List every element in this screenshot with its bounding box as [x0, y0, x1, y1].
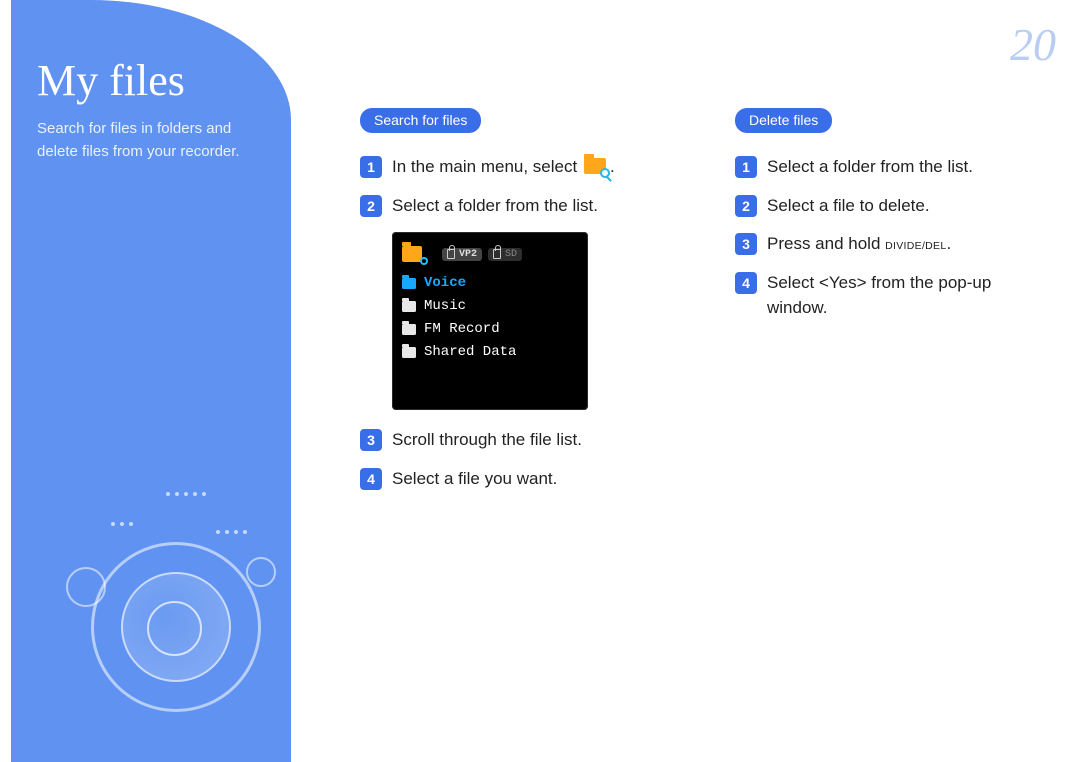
- column-delete: Delete files 1 Select a folder from the …: [735, 108, 1050, 506]
- search-step-1: 1 In the main menu, select .: [360, 155, 675, 180]
- folder-icon: [402, 324, 416, 335]
- step-number-icon: 4: [360, 468, 382, 490]
- step-number-icon: 1: [360, 156, 382, 178]
- content-area: Search for files 1 In the main menu, sel…: [360, 108, 1050, 506]
- step-text: Select a folder from the list.: [392, 194, 675, 219]
- page-number: 20: [1010, 18, 1056, 71]
- search-step-3: 3 Scroll through the file list.: [360, 428, 675, 453]
- list-item-label: FM Record: [424, 321, 500, 337]
- step-text-tail: .: [947, 234, 952, 253]
- manual-page: My files Search for files in folders and…: [0, 0, 1080, 762]
- lock-icon: [493, 249, 501, 259]
- step-number-icon: 3: [735, 233, 757, 255]
- sidebar-panel: My files Search for files in folders and…: [11, 0, 291, 762]
- column-search: Search for files 1 In the main menu, sel…: [360, 108, 675, 506]
- heading-search-for-files: Search for files: [360, 108, 481, 133]
- step-text: In the main menu, select: [392, 157, 582, 176]
- step-text: Select a file to delete.: [767, 194, 1050, 219]
- folder-icon: [402, 246, 422, 262]
- page-subtitle: Search for files in folders and delete f…: [37, 118, 247, 163]
- delete-step-3: 3 Press and hold DIVIDE/DEL.: [735, 232, 1050, 257]
- delete-step-2: 2 Select a file to delete.: [735, 194, 1050, 219]
- step-text: Select a file you want.: [392, 467, 675, 492]
- my-files-folder-search-icon: [584, 156, 608, 176]
- tab-label: SD: [505, 249, 517, 260]
- step-number-icon: 1: [735, 156, 757, 178]
- folder-icon: [402, 301, 416, 312]
- folder-icon: [402, 278, 416, 289]
- decorative-circles: [71, 492, 281, 722]
- delete-step-4: 4 Select <Yes> from the pop-up window.: [735, 271, 1050, 320]
- keycap-divide-del: DIVIDE/DEL: [885, 240, 946, 252]
- device-tab-internal: VP2: [442, 248, 482, 261]
- step-text: Select <Yes> from the pop-up window.: [767, 271, 1050, 320]
- heading-delete-files: Delete files: [735, 108, 832, 133]
- tab-label: VP2: [459, 249, 477, 260]
- magnifier-icon: [420, 257, 428, 265]
- list-item: Shared Data: [402, 341, 578, 364]
- list-item-label: Music: [424, 298, 466, 314]
- list-item: Music: [402, 295, 578, 318]
- device-folder-list: Voice Music FM Record Shared Data: [402, 272, 578, 364]
- lock-icon: [447, 249, 455, 259]
- search-step-4: 4 Select a file you want.: [360, 467, 675, 492]
- step-number-icon: 3: [360, 429, 382, 451]
- list-item-label: Voice: [424, 275, 466, 291]
- step-number-icon: 4: [735, 272, 757, 294]
- step-number-icon: 2: [735, 195, 757, 217]
- search-step-2: 2 Select a folder from the list.: [360, 194, 675, 219]
- device-screenshot: VP2 SD Voice Music FM Record Shared Data: [392, 232, 588, 410]
- step-number-icon: 2: [360, 195, 382, 217]
- folder-icon: [402, 347, 416, 358]
- delete-step-1: 1 Select a folder from the list.: [735, 155, 1050, 180]
- device-tab-sd: SD: [488, 248, 522, 261]
- step-text: Select a folder from the list.: [767, 155, 1050, 180]
- page-title: My files: [37, 58, 261, 104]
- list-item: Voice: [402, 272, 578, 295]
- list-item-label: Shared Data: [424, 344, 516, 360]
- step-text: Scroll through the file list.: [392, 428, 675, 453]
- device-header: VP2 SD: [402, 240, 578, 268]
- step-text: Press and hold: [767, 234, 885, 253]
- step-text-tail: .: [610, 157, 615, 176]
- list-item: FM Record: [402, 318, 578, 341]
